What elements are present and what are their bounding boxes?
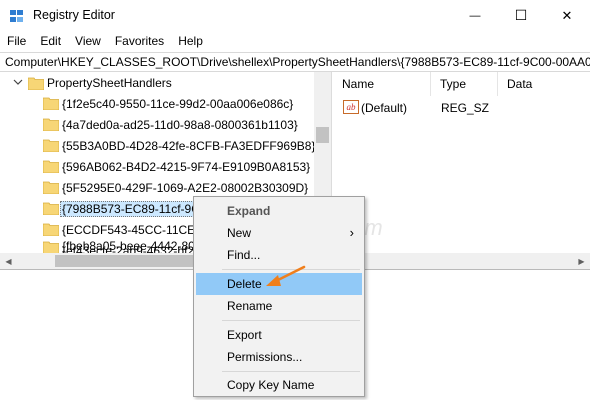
maximize-icon: ☐ — [514, 7, 528, 23]
maximize-button[interactable]: ☐ — [498, 0, 544, 31]
column-header-name[interactable]: Name — [333, 72, 431, 96]
menu-help[interactable]: Help — [171, 31, 210, 51]
context-menu: Expand New › Find... Delete Rename Expor… — [193, 196, 365, 397]
menu-bar: File Edit View Favorites Help — [0, 31, 590, 51]
context-item-expand[interactable]: Expand — [196, 200, 362, 222]
context-item-new[interactable]: New › — [196, 222, 362, 244]
context-item-copy-key-name[interactable]: Copy Key Name — [196, 374, 362, 396]
value-type: REG_SZ — [441, 101, 490, 115]
menu-separator — [222, 371, 360, 372]
menu-separator — [222, 320, 360, 321]
address-bar[interactable]: Computer\HKEY_CLASSES_ROOT\Drive\shellex… — [0, 52, 590, 72]
menu-view[interactable]: View — [68, 31, 108, 51]
tree-item[interactable]: {1f2e5c40-9550-11ce-99d2-00aa006e086c} — [0, 93, 315, 115]
chevron-right-icon: › — [349, 225, 354, 240]
tree-item[interactable]: {55B3A0BD-4D28-42fe-8CFB-FA3EDFF969B8} — [0, 135, 315, 157]
value-row[interactable]: ab (Default) REG_SZ — [333, 98, 590, 118]
menu-edit[interactable]: Edit — [33, 31, 68, 51]
context-item-permissions[interactable]: Permissions... — [196, 346, 362, 368]
tree-item-label: {fbeb8a05-beee-4442-804 — [62, 239, 202, 253]
value-name: (Default) — [361, 101, 408, 115]
scrollbar-thumb[interactable] — [316, 127, 329, 143]
tree-item-label: {55B3A0BD-4D28-42fe-8CFB-FA3EDFF969B8} — [62, 139, 316, 153]
registry-editor-icon — [10, 10, 23, 22]
close-button[interactable]: ✕ — [544, 0, 590, 31]
tree-item-label: {4a7ded0a-ad25-11d0-98a8-0800361b1103} — [62, 118, 298, 132]
column-header-data[interactable]: Data — [498, 72, 590, 96]
context-item-rename[interactable]: Rename — [196, 295, 362, 317]
context-item-find[interactable]: Find... — [196, 244, 362, 266]
scroll-right-icon[interactable]: ▶ — [573, 253, 590, 269]
minimize-button[interactable]: — — [452, 0, 498, 31]
folder-icon — [43, 181, 59, 194]
scrollbar-thumb[interactable] — [55, 255, 195, 267]
context-item-label: New — [227, 226, 252, 240]
pointer-arrow-icon — [266, 265, 306, 286]
folder-icon — [43, 202, 59, 215]
scroll-left-icon[interactable]: ◀ — [0, 253, 17, 269]
folder-icon — [43, 139, 59, 152]
folder-icon — [43, 160, 59, 173]
close-icon: ✕ — [561, 7, 573, 23]
tree-item-parent[interactable]: PropertySheetHandlers — [0, 72, 315, 94]
values-horizontal-scrollbar[interactable]: ▶ — [333, 253, 590, 269]
menu-file[interactable]: File — [0, 31, 33, 51]
values-pane[interactable]: Name Type Data ab (Default) REG_SZ ▶ — [333, 72, 590, 269]
string-value-icon: ab — [343, 100, 359, 114]
address-path: Computer\HKEY_CLASSES_ROOT\Drive\shellex… — [5, 55, 590, 69]
folder-icon — [43, 118, 59, 131]
tree-item-label: {1f2e5c40-9550-11ce-99d2-00aa006e086c} — [62, 97, 294, 111]
menu-favorites[interactable]: Favorites — [108, 31, 171, 51]
folder-icon — [43, 97, 59, 110]
tree-item-label: PropertySheetHandlers — [47, 76, 172, 90]
tree-item-label: {ECCDF543-45CC-11CE-B — [62, 223, 208, 237]
context-item-export[interactable]: Export — [196, 324, 362, 346]
folder-icon — [28, 77, 44, 90]
window-title: Registry Editor — [33, 8, 115, 22]
minimize-icon: — — [469, 9, 481, 22]
column-header-type[interactable]: Type — [431, 72, 498, 96]
tree-item[interactable]: {596AB062-B4D2-4215-9F74-E9109B0A8153} — [0, 156, 315, 178]
title-bar: Registry Editor — ☐ ✕ — [0, 0, 590, 31]
tree-item-label: {596AB062-B4D2-4215-9F74-E9109B0A8153} — [62, 160, 311, 174]
folder-icon — [43, 223, 59, 236]
tree-item-label: {5F5295E0-429F-1069-A2E2-08002B30309D} — [62, 181, 309, 195]
tree-item[interactable]: {4a7ded0a-ad25-11d0-98a8-0800361b1103} — [0, 114, 315, 136]
chevron-down-icon[interactable] — [13, 77, 23, 87]
folder-icon — [43, 241, 59, 253]
